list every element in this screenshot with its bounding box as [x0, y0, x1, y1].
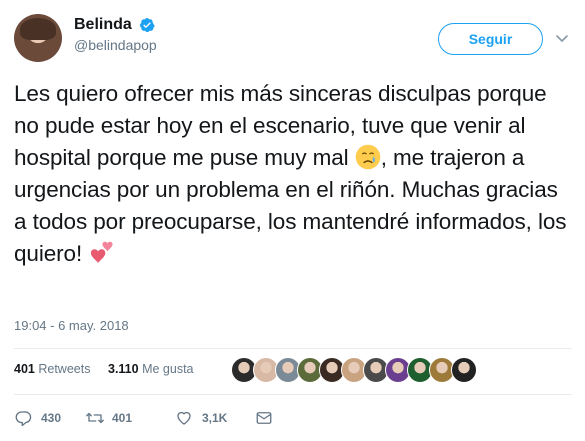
- likes-label: Me gusta: [142, 362, 194, 376]
- user-name-block[interactable]: Belinda @belindapop: [74, 16, 157, 53]
- retweets-stat[interactable]: 401 Retweets: [14, 362, 90, 376]
- retweet-count: 401: [112, 411, 133, 425]
- divider: [14, 394, 572, 395]
- tweet-text: Les quiero ofrecer mis más sinceras disc…: [14, 78, 574, 270]
- heart-icon: [177, 411, 191, 425]
- retweets-label: Retweets: [38, 362, 91, 376]
- reply-icon: [15, 411, 32, 427]
- follow-button[interactable]: Seguir: [438, 23, 543, 55]
- verified-badge-icon: [140, 18, 155, 33]
- two-hearts-emoji-icon: [91, 241, 113, 264]
- avatar[interactable]: [14, 14, 62, 62]
- liker-avatar[interactable]: [451, 357, 477, 383]
- display-name[interactable]: Belinda: [74, 16, 132, 34]
- crying-face-emoji-icon: [355, 144, 381, 170]
- likes-stat[interactable]: 3.110 Me gusta: [108, 362, 194, 376]
- tweet-header: Belinda @belindapop Seguir: [14, 14, 574, 64]
- chevron-down-icon[interactable]: [554, 30, 570, 46]
- likes-count: 3.110: [108, 362, 139, 376]
- envelope-icon: [256, 412, 272, 424]
- like-count: 3,1K: [202, 411, 228, 425]
- avatar-hair: [20, 18, 56, 40]
- reply-count: 430: [41, 411, 62, 425]
- user-handle[interactable]: @belindapop: [74, 37, 157, 53]
- retweets-count: 401: [14, 362, 35, 376]
- tweet-timestamp[interactable]: 19:04 - 6 may. 2018: [14, 318, 129, 333]
- divider: [14, 348, 572, 349]
- retweet-icon: [86, 412, 104, 424]
